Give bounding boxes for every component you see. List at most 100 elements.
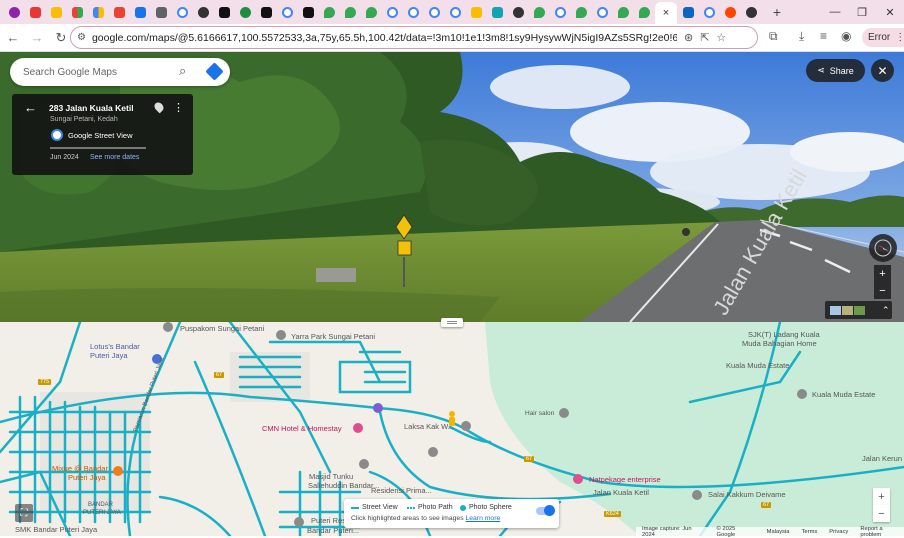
- fullscreen-button[interactable]: ⛶: [15, 504, 33, 522]
- map-label[interactable]: Mixue @ Bandar: [52, 464, 108, 473]
- tab[interactable]: [678, 3, 698, 21]
- more-vert-icon[interactable]: ⋮: [173, 101, 184, 114]
- search-box[interactable]: ⌕: [10, 58, 230, 86]
- media-icon[interactable]: ≡: [820, 29, 827, 43]
- tab[interactable]: [67, 3, 87, 21]
- tab[interactable]: [550, 3, 570, 21]
- see-more-dates-link[interactable]: See more dates: [90, 154, 139, 161]
- tab[interactable]: [613, 3, 633, 21]
- map-label[interactable]: Puspakom Sungai Petani: [180, 324, 264, 333]
- tab[interactable]: [508, 3, 528, 21]
- tab[interactable]: [277, 3, 297, 21]
- maximize-button[interactable]: ❐: [849, 3, 875, 21]
- coverage-toggle[interactable]: [536, 505, 555, 516]
- share-button[interactable]: ⋖ Share: [806, 59, 865, 82]
- tab[interactable]: [361, 3, 381, 21]
- map-label[interactable]: Masjid Tunku: [309, 472, 353, 481]
- downloads-icon[interactable]: ⤓: [799, 29, 804, 44]
- tab[interactable]: [298, 3, 318, 21]
- tab[interactable]: [235, 3, 255, 21]
- tab[interactable]: [151, 3, 171, 21]
- map-label[interactable]: Muda Bahagian Home: [742, 339, 817, 348]
- tab[interactable]: [46, 3, 66, 21]
- tab[interactable]: [4, 3, 24, 21]
- thumbnail[interactable]: [830, 305, 841, 315]
- map-label[interactable]: Residensi Prima...: [371, 486, 432, 495]
- tab[interactable]: [172, 3, 192, 21]
- map-label[interactable]: Lotus's Bandar Puteri Jaya: [90, 342, 154, 360]
- sv-zoom-out-button[interactable]: −: [874, 282, 891, 299]
- bookmark-star-icon[interactable]: ☆: [716, 31, 726, 44]
- map-label[interactable]: Salai Kakkum Deivame: [708, 490, 786, 499]
- tab[interactable]: [466, 3, 486, 21]
- map-label[interactable]: SMK Bandar Puteri Jaya: [15, 525, 97, 534]
- terms-link[interactable]: Terms: [802, 529, 818, 535]
- sv-zoom-in-button[interactable]: +: [874, 265, 891, 282]
- tab[interactable]: [88, 3, 108, 21]
- directions-icon[interactable]: [205, 62, 224, 81]
- tab[interactable]: [634, 3, 654, 21]
- map-label[interactable]: Laksa Kak W...: [404, 422, 454, 431]
- window-close-button[interactable]: ✕: [877, 3, 903, 21]
- forward-button[interactable]: →: [26, 27, 48, 49]
- tab[interactable]: [319, 3, 339, 21]
- map-label[interactable]: Puteri Jaya: [68, 473, 106, 482]
- close-street-view-button[interactable]: ✕: [871, 59, 894, 82]
- open-in-app-icon[interactable]: ⇱: [700, 31, 709, 44]
- map-label[interactable]: CMN Hotel & Homestay: [262, 424, 342, 433]
- thumbnail[interactable]: [842, 305, 853, 315]
- error-button[interactable]: Error ⋮: [862, 28, 904, 47]
- tab[interactable]: [130, 3, 150, 21]
- tab[interactable]: [214, 3, 234, 21]
- map-label[interactable]: SJK(T) Ladang Kuala: [748, 330, 820, 339]
- url-text[interactable]: google.com/maps/@5.6166617,100.5572533,3…: [92, 32, 677, 44]
- tab[interactable]: [193, 3, 213, 21]
- back-arrow-icon[interactable]: ←: [24, 100, 37, 115]
- minimize-button[interactable]: —: [822, 3, 848, 21]
- pane-resize-handle[interactable]: [441, 318, 463, 327]
- back-button[interactable]: ←: [2, 27, 24, 49]
- tab-active[interactable]: ×: [655, 2, 677, 24]
- map-label[interactable]: Hair salon: [525, 410, 554, 417]
- search-icon[interactable]: ⌕: [179, 63, 186, 79]
- map-label[interactable]: Kuala Muda Estate: [812, 390, 875, 399]
- reload-button[interactable]: ↻: [50, 27, 72, 49]
- extensions-icon[interactable]: ⧉: [769, 29, 778, 44]
- pin-icon[interactable]: [152, 100, 166, 114]
- map-label[interactable]: Sallehuddin Bandar...: [308, 481, 379, 490]
- street-view-image[interactable]: Jalan Kuala Ketil: [0, 52, 904, 322]
- learn-more-link[interactable]: Learn more: [465, 515, 500, 522]
- tab[interactable]: [699, 3, 719, 21]
- street-view-pane[interactable]: Jalan Kuala Ketil ⌕ ← 283 Jalan Kuala Ke…: [0, 52, 904, 322]
- imagery-thumbnails[interactable]: ⌃: [825, 301, 892, 319]
- chevron-up-icon[interactable]: ⌃: [882, 305, 890, 316]
- thumbnail[interactable]: [854, 305, 865, 315]
- tab[interactable]: [592, 3, 612, 21]
- tab[interactable]: [529, 3, 549, 21]
- map-label[interactable]: Kuala Muda Estate: [726, 361, 789, 370]
- tab[interactable]: [741, 3, 761, 21]
- compass-button[interactable]: [869, 234, 897, 262]
- privacy-link[interactable]: Privacy: [829, 529, 848, 535]
- site-info-icon[interactable]: ⚙: [77, 32, 86, 43]
- tab[interactable]: [256, 3, 276, 21]
- tab[interactable]: [109, 3, 129, 21]
- map-zoom-in-button[interactable]: +: [873, 488, 890, 505]
- map-label[interactable]: Yarra Park Sungai Petani: [291, 332, 375, 341]
- tab[interactable]: [720, 3, 740, 21]
- tab[interactable]: [340, 3, 360, 21]
- tab[interactable]: [445, 3, 465, 21]
- tab[interactable]: [25, 3, 45, 21]
- tab[interactable]: [403, 3, 423, 21]
- address-bar[interactable]: ⚙ google.com/maps/@5.6166617,100.5572533…: [70, 26, 758, 49]
- new-tab-button[interactable]: +: [768, 3, 786, 21]
- translate-icon[interactable]: ⊛: [684, 31, 693, 44]
- profile-avatar-icon[interactable]: ◉: [841, 29, 851, 43]
- tab[interactable]: [424, 3, 444, 21]
- tab[interactable]: [571, 3, 591, 21]
- search-input[interactable]: [23, 66, 173, 78]
- country-link[interactable]: Malaysia: [767, 529, 790, 535]
- tab[interactable]: [487, 3, 507, 21]
- tab[interactable]: [382, 3, 402, 21]
- map-zoom-out-button[interactable]: −: [873, 505, 890, 522]
